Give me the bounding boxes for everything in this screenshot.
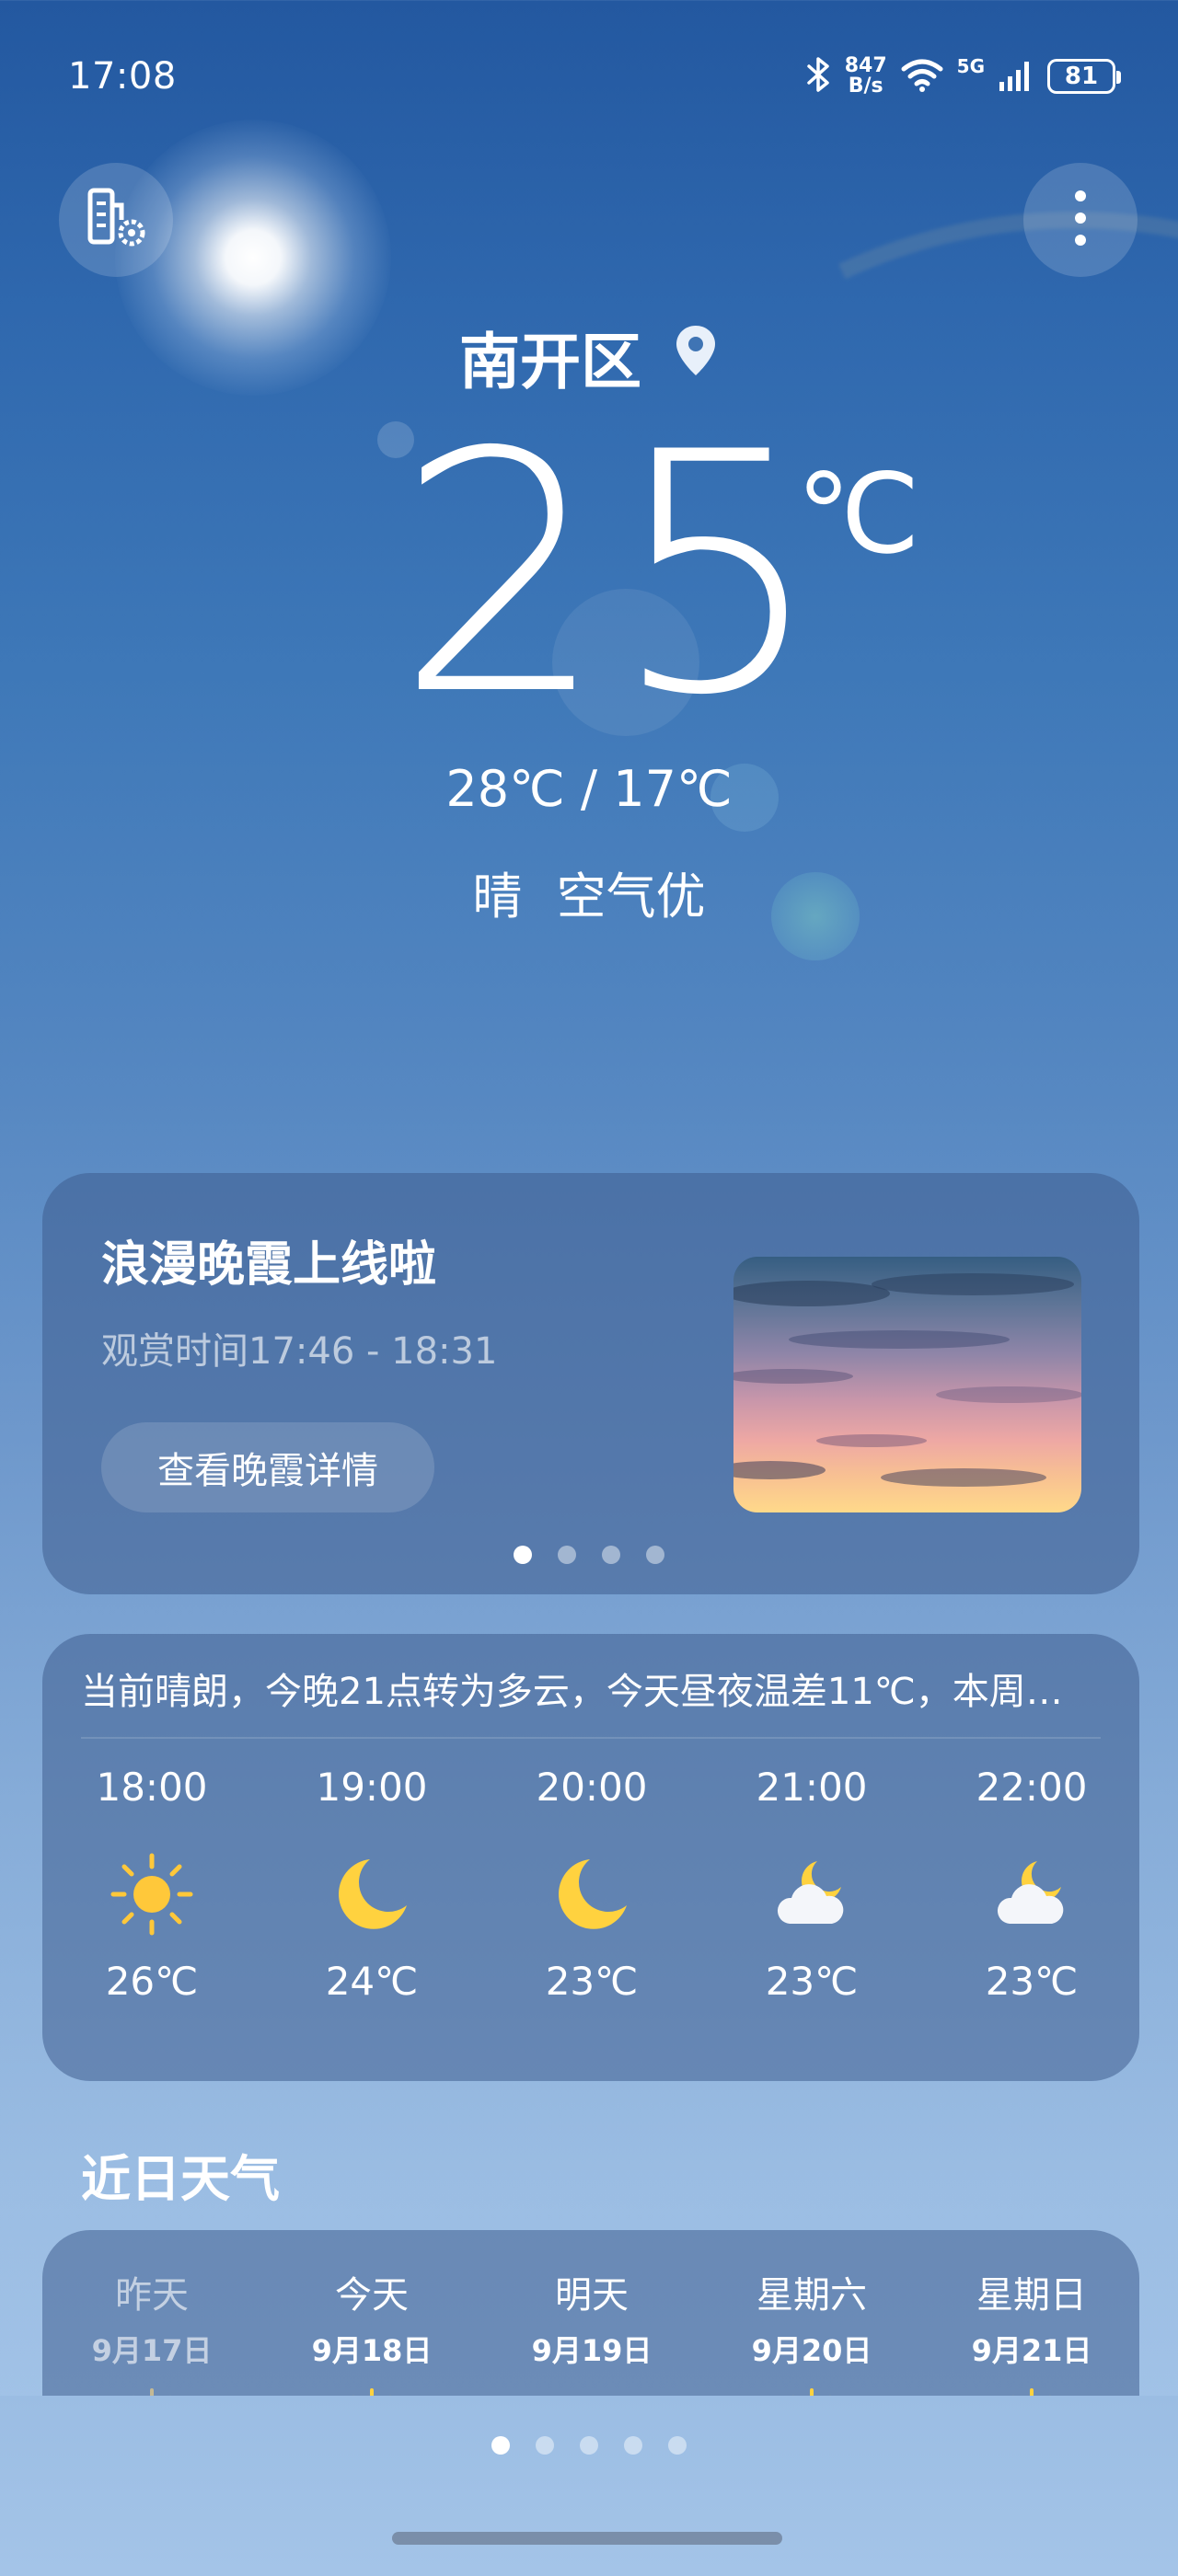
bottom-panel (0, 2396, 1178, 2576)
day-date: 9月17日 (91, 2333, 213, 2368)
hour-item[interactable]: 19:00 24℃ (280, 1765, 464, 2004)
battery-level: 81 (1064, 63, 1099, 90)
hour-time: 22:00 (976, 1765, 1088, 1810)
page-dot[interactable] (580, 2436, 598, 2455)
net-speed-value: 847 (844, 54, 887, 77)
hour-item[interactable]: 21:00 23℃ (720, 1765, 904, 2004)
day-date: 9月20日 (751, 2333, 872, 2368)
day-name: 今天 (335, 2274, 409, 2317)
sun-icon (60, 1848, 244, 1940)
hour-item[interactable]: 20:00 23℃ (500, 1765, 684, 2004)
page-dot[interactable] (624, 2436, 642, 2455)
promo-subtitle: 观赏时间17:46 - 18:31 (101, 1330, 498, 1373)
hour-temp: 23℃ (765, 1959, 859, 2004)
weather-summary[interactable]: 当前晴朗，今晚21点转为多云，今天昼夜温差11℃，本周… (81, 1662, 1103, 1715)
hour-temp: 24℃ (325, 1959, 419, 2004)
page-dot[interactable] (514, 1546, 532, 1564)
hour-time: 20:00 (536, 1765, 648, 1810)
sunset-image (733, 1257, 1081, 1512)
battery-icon: 81 (1047, 59, 1121, 94)
day-date: 9月18日 (311, 2333, 433, 2368)
city-settings-icon (79, 181, 153, 259)
signal-icon (998, 56, 1034, 97)
moon-icon (280, 1848, 464, 1940)
moon-icon (500, 1848, 684, 1940)
net-speed: 847 B/s (845, 56, 887, 97)
view-sunset-details-button[interactable]: 查看晚霞详情 (101, 1422, 434, 1512)
cloudy-night-icon (720, 1848, 904, 1940)
network-type: 5G (956, 55, 985, 77)
cloudy-night-icon (940, 1848, 1124, 1940)
net-speed-unit: B/s (848, 75, 884, 98)
hour-item[interactable]: 18:00 26℃ (60, 1765, 244, 2004)
day-name: 星期日 (976, 2274, 1087, 2317)
current-temperature: 25 (396, 382, 829, 767)
day-date: 9月21日 (971, 2333, 1092, 2368)
page-dot[interactable] (491, 2436, 510, 2455)
divider (81, 1737, 1101, 1739)
hour-time: 19:00 (316, 1765, 428, 1810)
hour-item[interactable]: 22:00 23℃ (940, 1765, 1124, 2004)
page-dot[interactable] (536, 2436, 554, 2455)
hour-temp: 26℃ (105, 1959, 199, 2004)
city-settings-button[interactable] (59, 163, 173, 277)
more-options-button[interactable] (1023, 163, 1138, 277)
home-indicator[interactable] (392, 2532, 782, 2545)
temperature-range: 28℃ / 17℃ (445, 760, 733, 818)
city-page-indicator (491, 2436, 687, 2455)
bluetooth-icon (804, 56, 832, 97)
status-icons: 847 B/s 5G 81 (804, 53, 1121, 99)
page-dot[interactable] (602, 1546, 620, 1564)
promo-page-indicator (514, 1546, 664, 1564)
page-dot[interactable] (668, 2436, 687, 2455)
day-date: 9月19日 (531, 2333, 653, 2368)
weather-condition: 晴 空气优 (472, 868, 706, 926)
page-dot[interactable] (558, 1546, 576, 1564)
day-name: 星期六 (756, 2274, 867, 2317)
recent-weather-title: 近日天气 (81, 2150, 280, 2208)
hour-time: 21:00 (756, 1765, 868, 1810)
temperature-unit: ℃ (796, 451, 920, 579)
hour-temp: 23℃ (545, 1959, 639, 2004)
hour-temp: 23℃ (985, 1959, 1079, 2004)
hour-time: 18:00 (96, 1765, 208, 1810)
promo-title: 浪漫晚霞上线啦 (101, 1237, 437, 1293)
status-time: 17:08 (68, 55, 177, 98)
page-dot[interactable] (646, 1546, 664, 1564)
wifi-icon (900, 56, 944, 97)
day-name: 明天 (555, 2274, 629, 2317)
more-vertical-icon (1069, 181, 1091, 259)
day-name: 昨天 (115, 2274, 189, 2317)
